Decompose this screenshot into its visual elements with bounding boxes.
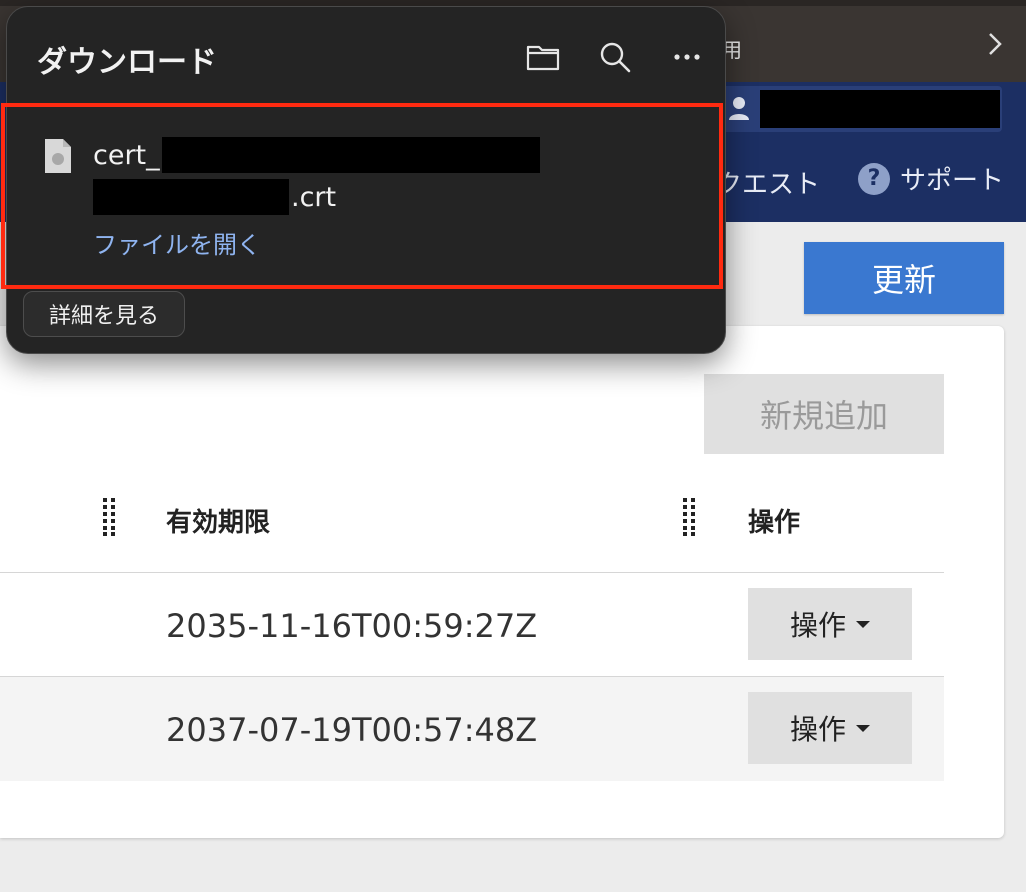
chevron-right-icon[interactable] xyxy=(984,30,1006,58)
caret-down-icon xyxy=(856,724,870,732)
refresh-button[interactable]: 更新 xyxy=(804,242,1004,314)
file-name-line-1: cert_ xyxy=(93,137,540,173)
file-name-suffix: .crt xyxy=(291,181,337,213)
file-name-redacted xyxy=(93,179,289,215)
action-label: 操作 xyxy=(789,610,846,641)
column-resize-handle-icon[interactable] xyxy=(102,498,116,536)
file-name-line-2: .crt xyxy=(93,179,336,215)
file-icon xyxy=(45,139,71,173)
certificate-card: 新規追加 有効期限 操作 2035-11-16T00:59:27Z 操作 203… xyxy=(0,326,1004,838)
user-menu[interactable] xyxy=(722,86,1002,132)
nav-item-request[interactable]: クエスト xyxy=(716,164,820,201)
user-icon xyxy=(729,97,749,120)
help-icon: ? xyxy=(858,162,890,195)
user-name-redacted xyxy=(760,90,1000,128)
table-row: 2035-11-16T00:59:27Z 操作 xyxy=(0,572,944,677)
folder-icon[interactable] xyxy=(525,39,561,75)
column-resize-handle-icon[interactable] xyxy=(682,498,696,536)
support-label: サポート xyxy=(900,166,1005,196)
download-popup: ダウンロード cert_ .crt ファイルを開く 詳細を見る xyxy=(1,6,726,354)
action-dropdown-button[interactable]: 操作 xyxy=(748,692,912,764)
nav-item-support[interactable]: ? サポート xyxy=(858,160,1004,197)
search-icon[interactable] xyxy=(597,39,633,75)
open-file-link[interactable]: ファイルを開く xyxy=(93,225,261,260)
column-header-action[interactable]: 操作 xyxy=(748,502,800,539)
table-row: 2037-07-19T00:57:48Z 操作 xyxy=(0,676,944,781)
download-item[interactable]: cert_ .crt ファイルを開く xyxy=(1,103,723,289)
column-header-expiry[interactable]: 有効期限 xyxy=(166,502,270,539)
see-details-button[interactable]: 詳細を見る xyxy=(23,291,185,337)
file-name-redacted xyxy=(161,137,540,173)
action-label: 操作 xyxy=(789,714,846,745)
more-options-icon[interactable] xyxy=(669,39,705,75)
expiry-cell: 2035-11-16T00:59:27Z xyxy=(166,607,538,645)
action-dropdown-button[interactable]: 操作 xyxy=(748,588,912,660)
add-new-button[interactable]: 新規追加 xyxy=(704,374,944,454)
expiry-cell: 2037-07-19T00:57:48Z xyxy=(166,711,538,749)
file-name-prefix: cert_ xyxy=(93,139,160,171)
popup-title: ダウンロード xyxy=(37,45,217,80)
caret-down-icon xyxy=(856,620,870,628)
